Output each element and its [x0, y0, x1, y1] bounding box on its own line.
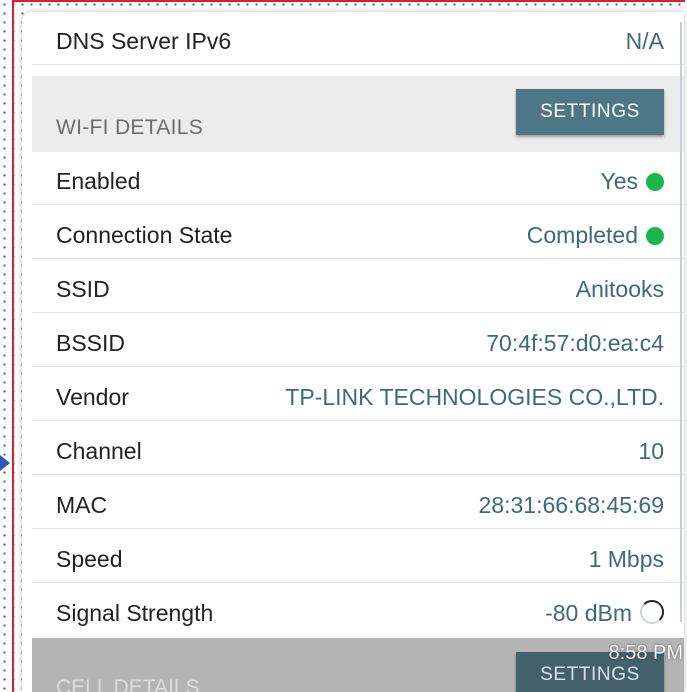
- speed-label: Speed: [56, 546, 123, 572]
- signal-strength-value: -80 dBm: [545, 600, 632, 626]
- bssid-value: 70:4f:57:d0:ea:c4: [486, 330, 664, 356]
- enabled-label: Enabled: [56, 168, 141, 194]
- scrollbar-track[interactable]: [680, 22, 682, 622]
- ssid-row: SSID Anitooks: [32, 260, 684, 313]
- dns-ipv6-value: N/A: [625, 28, 664, 54]
- green-dot-icon: [646, 173, 664, 191]
- dns-ipv6-row: DNS Server IPv6 N/A: [32, 12, 684, 65]
- vendor-value: TP-LINK TECHNOLOGIES CO.,LTD.: [285, 384, 664, 410]
- signal-strength-row: Signal Strength -80 dBm: [32, 584, 684, 637]
- speed-value: 1 Mbps: [588, 546, 664, 572]
- bssid-label: BSSID: [56, 330, 126, 356]
- signal-strength-label: Signal Strength: [56, 600, 214, 626]
- connection-state-label: Connection State: [56, 222, 233, 248]
- wifi-settings-button[interactable]: SETTINGS: [516, 89, 664, 135]
- signal-ring-icon: [640, 600, 664, 624]
- channel-value: 10: [638, 438, 664, 464]
- speed-row: Speed 1 Mbps: [32, 530, 684, 583]
- mac-label: MAC: [56, 492, 108, 518]
- dns-ipv6-label: DNS Server IPv6: [56, 28, 232, 54]
- ssid-value: Anitooks: [575, 276, 664, 302]
- connection-state-value-wrap: Completed: [527, 222, 664, 249]
- wifi-enabled-row: Enabled Yes: [32, 152, 684, 205]
- vendor-row: Vendor TP-LINK TECHNOLOGIES CO.,LTD.: [32, 368, 684, 421]
- arrow-marker-icon: [0, 455, 10, 471]
- mac-row: MAC 28:31:66:68:45:69: [32, 476, 684, 529]
- enabled-value: Yes: [600, 168, 638, 194]
- green-dot-icon: [646, 227, 664, 245]
- enabled-value-wrap: Yes: [600, 168, 664, 195]
- signal-strength-value-wrap: -80 dBm: [545, 600, 664, 627]
- channel-row: Channel 10: [32, 422, 684, 475]
- connection-state-value: Completed: [526, 222, 638, 248]
- mac-value: 28:31:66:68:45:69: [478, 492, 664, 518]
- cell-details-header: CELL DETAILS SETTINGS: [32, 638, 684, 692]
- vendor-label: Vendor: [56, 384, 129, 410]
- wifi-section-title: WI-FI DETAILS: [56, 116, 204, 139]
- ssid-label: SSID: [56, 276, 110, 302]
- network-details-panel: DNS Server IPv6 N/A WI-FI DETAILS SETTIN…: [22, 12, 684, 692]
- status-bar-clock: 8:58 PM: [608, 642, 683, 664]
- channel-label: Channel: [56, 438, 142, 464]
- wifi-details-header: WI-FI DETAILS SETTINGS: [32, 76, 684, 152]
- connection-state-row: Connection State Completed: [32, 206, 684, 259]
- cell-section-title: CELL DETAILS: [56, 676, 200, 692]
- bssid-row: BSSID 70:4f:57:d0:ea:c4: [32, 314, 684, 367]
